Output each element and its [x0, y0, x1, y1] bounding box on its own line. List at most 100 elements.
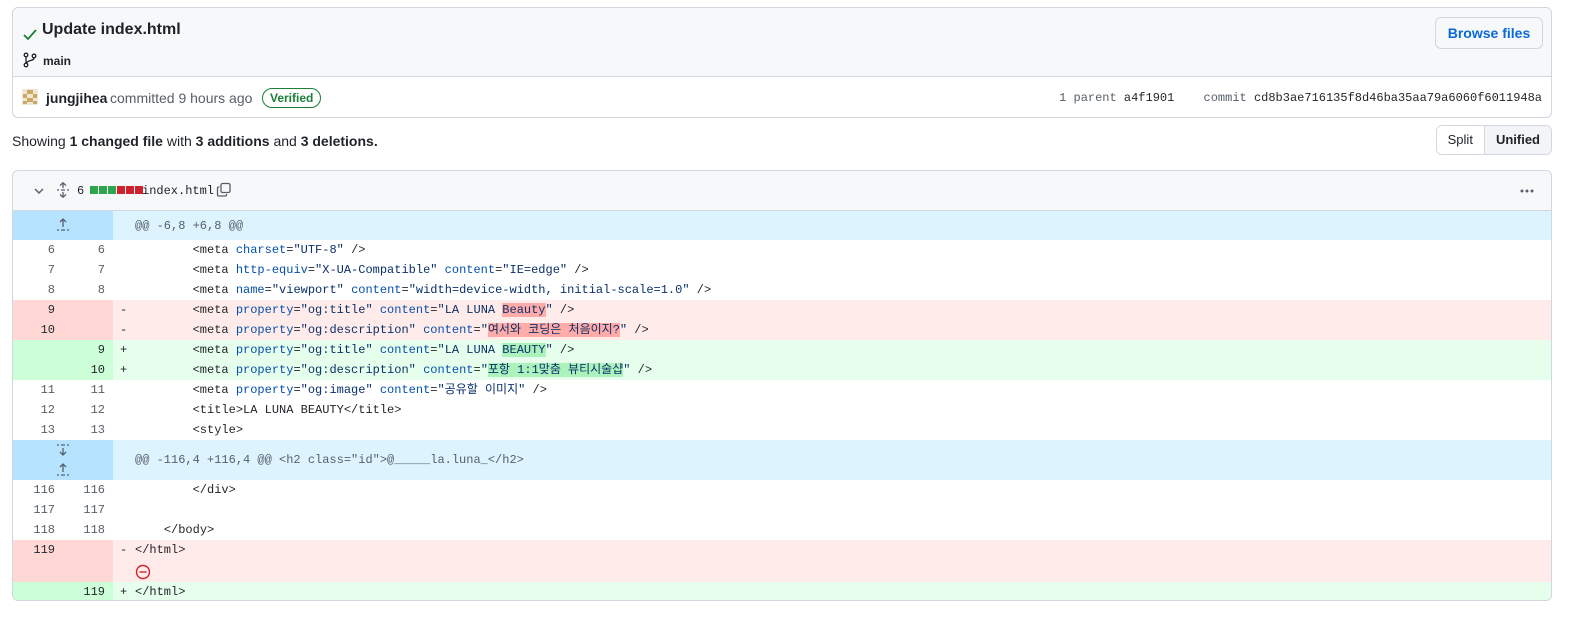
commit-author[interactable]: jungjihea [46, 90, 107, 106]
parent-sha-link[interactable]: a4f1901 [1124, 91, 1174, 105]
old-line-number[interactable]: 118 [13, 520, 63, 540]
old-line-number[interactable]: 116 [13, 480, 63, 500]
kebab-horizontal-icon[interactable] [1519, 184, 1535, 198]
diff-line: 11 11 <meta property="og:image" content=… [13, 380, 1551, 400]
new-line-number[interactable]: 13 [63, 420, 113, 440]
code-text: <meta property="og:description" content=… [192, 323, 649, 337]
expand-up-button[interactable] [13, 211, 113, 240]
hunk-header: @@ -6,8 +6,8 @@ [13, 211, 1551, 240]
file-diff: 6 index.html @@ -6,8 +6,8 @@ 6 6 <meta c… [12, 170, 1552, 601]
code-text: <meta property="og:title" content="LA LU… [192, 343, 575, 357]
old-line-number [13, 582, 63, 600]
new-line-number[interactable]: 6 [63, 240, 113, 260]
addition-marker: + [120, 585, 128, 599]
old-line-number[interactable]: 10 [13, 320, 63, 340]
diff-line: 118 118 </body> [13, 520, 1551, 540]
diff-view-toggle: Split Unified [1435, 125, 1552, 155]
changed-files-count: 1 changed file [69, 133, 163, 149]
code-text: </div> [192, 483, 236, 497]
no-newline-icon [135, 564, 151, 580]
old-line-number[interactable]: 119 [13, 540, 63, 582]
diffstat-block [108, 186, 116, 194]
code-text: <meta http-equiv="X-UA-Compatible" conte… [192, 263, 589, 277]
added-line: 10 + <meta property="og:description" con… [13, 360, 1551, 380]
code-text: <meta property="og:title" content="LA LU… [192, 303, 575, 317]
deletions-count: 3 deletions. [300, 133, 378, 149]
diff-line: 117 117 [13, 500, 1551, 520]
old-line-number[interactable]: 12 [13, 400, 63, 420]
file-change-count: 6 [77, 184, 85, 198]
code-text: <meta property="og:description" content=… [192, 363, 653, 377]
old-line-number[interactable]: 13 [13, 420, 63, 440]
deletion-marker: - [120, 543, 128, 557]
copy-icon[interactable] [216, 182, 232, 198]
diffstat-blocks [90, 186, 143, 194]
deletion-marker: - [120, 303, 128, 317]
verified-badge[interactable]: Verified [262, 88, 322, 108]
deleted-word: Beauty [502, 303, 546, 317]
old-line-number [13, 360, 63, 380]
old-line-number[interactable]: 9 [13, 300, 63, 320]
new-line-number[interactable]: 12 [63, 400, 113, 420]
hunk-header-text: @@ -6,8 +6,8 @@ [135, 219, 244, 233]
diffstat-block [99, 186, 107, 194]
code-text: </html> [135, 543, 186, 557]
added-word: BEAUTY [502, 343, 546, 357]
fold-up-icon[interactable] [56, 217, 70, 233]
old-line-number[interactable]: 117 [13, 500, 63, 520]
addition-marker: + [120, 343, 128, 357]
parent-label: 1 parent [1059, 91, 1117, 105]
code-text: </html> [135, 585, 186, 599]
code-text: <meta property="og:image" content="공유할 이… [192, 383, 547, 397]
unfold-icon[interactable] [56, 182, 70, 198]
hunk-header: @@ -116,4 +116,4 @@ <h2 class="id">@____… [13, 440, 1551, 480]
commit-header: Update index.html main Browse files jung… [12, 7, 1552, 118]
deletion-marker: - [120, 323, 128, 337]
chevron-down-icon[interactable] [32, 184, 46, 198]
deleted-word: 여서와 코딩은 처음이지? [487, 323, 620, 337]
added-line: 9 + <meta property="og:title" content="L… [13, 340, 1551, 360]
commit-title: Update index.html [42, 21, 181, 38]
new-line-number[interactable]: 7 [63, 260, 113, 280]
avatar[interactable] [22, 89, 38, 105]
new-line-number[interactable]: 118 [63, 520, 113, 540]
old-line-number[interactable]: 7 [13, 260, 63, 280]
branch-name[interactable]: main [43, 53, 71, 69]
new-line-number [63, 320, 113, 340]
browse-files-button[interactable]: Browse files [1435, 17, 1543, 49]
diff-line: 6 6 <meta charset="UTF-8" /> [13, 240, 1551, 260]
new-line-number[interactable]: 11 [63, 380, 113, 400]
commit-sha: cd8b3ae716135f8d46ba35aa79a6060f6011948a [1253, 91, 1542, 105]
diff-summary: Showing 1 changed file with 3 additions … [12, 133, 378, 149]
deleted-line: 9 - <meta property="og:title" content="L… [13, 300, 1551, 320]
diffstat-block [117, 186, 125, 194]
old-line-number[interactable]: 8 [13, 280, 63, 300]
code-text: <style> [192, 423, 244, 437]
fold-icon[interactable] [56, 443, 70, 477]
check-icon [23, 29, 37, 41]
new-line-number[interactable]: 116 [63, 480, 113, 500]
commit-shas: 1 parent a4f1901 commit cd8b3ae716135f8d… [1059, 91, 1542, 105]
code-text: </body> [163, 523, 215, 537]
new-line-number[interactable]: 8 [63, 280, 113, 300]
new-line-number[interactable]: 119 [63, 582, 113, 600]
commit-label: commit [1203, 91, 1247, 105]
new-line-number[interactable]: 10 [63, 360, 113, 380]
old-line-number[interactable]: 6 [13, 240, 63, 260]
added-word: 포항 1:1맞춤 뷰티시술샵 [487, 363, 624, 377]
new-line-number[interactable]: 9 [63, 340, 113, 360]
split-view-button[interactable]: Split [1436, 126, 1484, 154]
diffstat-block [126, 186, 134, 194]
diff-line: 12 12 <title>LA LUNA BEAUTY</title> [13, 400, 1551, 420]
git-branch-icon [23, 52, 37, 68]
file-name-link[interactable]: index.html [142, 184, 214, 198]
additions-count: 3 additions [195, 133, 270, 149]
commit-title-bar: Update index.html main Browse files [13, 8, 1551, 77]
diff-line: 8 8 <meta name="viewport" content="width… [13, 280, 1551, 300]
old-line-number[interactable]: 11 [13, 380, 63, 400]
hunk-header-text: @@ -116,4 +116,4 @@ <h2 class="id">@____… [135, 453, 524, 467]
deleted-line: 119 - </html> [13, 540, 1551, 582]
expand-both-button[interactable] [13, 440, 113, 480]
new-line-number[interactable]: 117 [63, 500, 113, 520]
unified-view-button[interactable]: Unified [1483, 126, 1551, 154]
